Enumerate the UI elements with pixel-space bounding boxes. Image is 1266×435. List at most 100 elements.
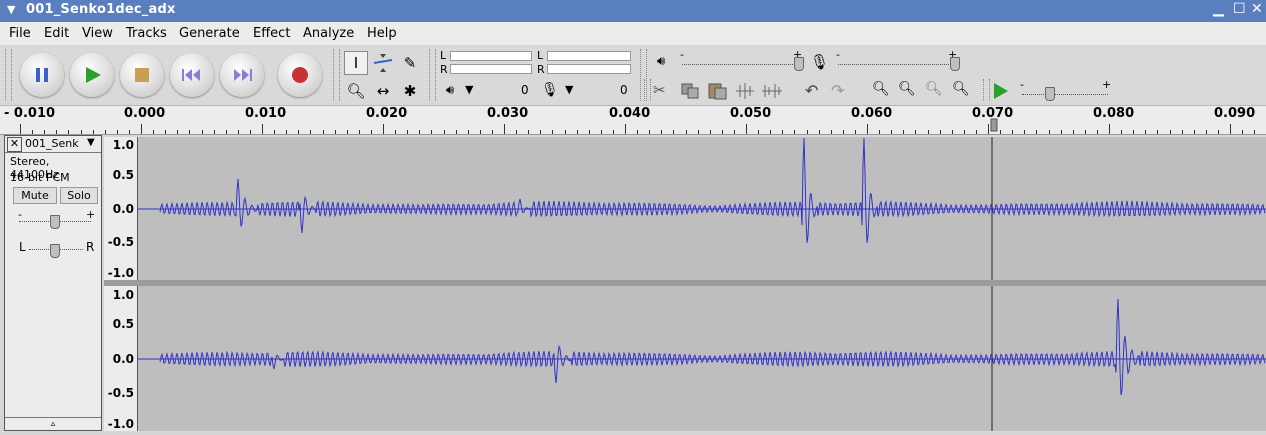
ruler-label: 0.080 (1093, 106, 1135, 121)
ruler-tick (552, 130, 554, 134)
ruler-tick (467, 130, 469, 134)
scale-label: 0.0 (112, 352, 134, 366)
play-at-speed-icon[interactable] (990, 81, 1010, 101)
play-speed-slider[interactable] (1022, 94, 1108, 96)
output-volume-thumb[interactable] (794, 57, 804, 71)
fit-selection-icon[interactable]: 🔍︎ (925, 81, 943, 97)
ruler-tick (32, 130, 34, 134)
record-icon (292, 67, 308, 83)
ruler-tick (237, 130, 239, 134)
ruler-tick (975, 130, 977, 134)
pause-button[interactable] (20, 53, 64, 97)
undo-icon[interactable]: ↶ (805, 81, 818, 100)
menu-analyze[interactable]: Analyze (303, 26, 354, 41)
cut-icon[interactable]: ✂ (653, 81, 666, 99)
menu-help[interactable]: Help (367, 26, 397, 41)
playback-meter-menu-icon[interactable]: ▼ (465, 83, 473, 96)
maximize-icon[interactable]: ☐ (1233, 1, 1246, 17)
toolbar-grip[interactable] (644, 79, 651, 101)
record-meter-left[interactable] (547, 51, 631, 61)
window-menu-icon[interactable]: ▼ (7, 3, 15, 16)
menu-effect[interactable]: Effect (253, 26, 290, 41)
redo-icon[interactable]: ↷ (831, 81, 844, 100)
playhead-marker-icon[interactable] (989, 118, 999, 132)
pan-right-label: R (86, 240, 95, 254)
ruler-tick (612, 130, 614, 134)
menu-file[interactable]: File (9, 26, 31, 41)
solo-button[interactable]: Solo (60, 187, 98, 204)
stop-button[interactable] (120, 53, 164, 97)
mute-button[interactable]: Mute (13, 187, 57, 204)
track-close-button[interactable]: ✕ (7, 137, 22, 152)
output-volume-slider[interactable] (682, 64, 797, 66)
ruler-tick (153, 130, 155, 134)
silence-icon[interactable] (760, 82, 784, 100)
record-meter-menu-icon[interactable]: ▼ (565, 83, 573, 96)
ruler-tick (1133, 130, 1135, 134)
record-button[interactable] (278, 53, 322, 97)
ruler-tick (1217, 130, 1219, 134)
waveform-right-channel[interactable] (138, 286, 1266, 431)
ruler-tick (1024, 130, 1026, 134)
play-button[interactable] (70, 53, 114, 97)
ruler-tick (842, 130, 844, 134)
draw-tool-icon[interactable]: ✎ (398, 51, 422, 75)
selection-tool-icon[interactable]: I (344, 51, 368, 75)
collapse-track-icon[interactable]: ▵ (5, 417, 101, 430)
toolbar-grip[interactable] (983, 79, 990, 101)
menu-view[interactable]: View (82, 26, 113, 41)
zoom-in-icon[interactable]: 🔍︎ (872, 81, 890, 97)
stop-icon (135, 68, 149, 82)
toolbar-grip[interactable] (429, 49, 436, 101)
ruler-tick (782, 130, 784, 134)
toolbar-grip[interactable] (5, 49, 12, 101)
track-name-menu[interactable]: 001_Senk (25, 137, 79, 150)
minimize-icon[interactable]: ▁ (1213, 1, 1224, 17)
gain-slider-thumb[interactable] (50, 215, 60, 229)
record-meter-right[interactable] (547, 64, 631, 74)
zoom-out-icon[interactable]: 🔍︎ (898, 81, 916, 97)
ruler-tick (431, 130, 433, 134)
timeline-ruler[interactable]: - 0.010 0.000 0.010 0.020 0.030 0.040 0.… (0, 106, 1266, 135)
pan-slider-thumb[interactable] (50, 244, 60, 258)
input-volume-slider[interactable] (838, 64, 953, 66)
envelope-tool-icon[interactable] (371, 51, 395, 75)
menu-tracks[interactable]: Tracks (126, 26, 167, 41)
waveform-left-channel[interactable] (138, 137, 1266, 280)
skip-to-start-button[interactable] (170, 53, 214, 97)
toolbar-grip[interactable] (333, 49, 340, 101)
ruler-tick (830, 130, 832, 134)
skip-to-end-button[interactable] (220, 53, 264, 97)
paste-icon[interactable] (707, 81, 729, 101)
input-volume-thumb[interactable] (950, 57, 960, 71)
time-shift-tool-icon[interactable]: ↔ (371, 79, 395, 103)
ruler-tick (818, 130, 820, 134)
multi-tool-icon[interactable]: ✱ (398, 79, 422, 103)
trim-icon[interactable] (734, 82, 756, 100)
fit-project-icon[interactable]: 🔍︎ (952, 81, 970, 97)
ruler-tick (588, 130, 590, 134)
ruler-tick (915, 130, 917, 134)
ruler-tick (1000, 130, 1002, 134)
ruler-tick (1096, 130, 1098, 134)
speed-min: - (1020, 78, 1024, 91)
menu-generate[interactable]: Generate (179, 26, 240, 41)
ruler-tick (274, 130, 276, 134)
menu-edit[interactable]: Edit (44, 26, 69, 41)
track-menu-dropdown-icon[interactable]: ▼ (87, 137, 95, 148)
play-speed-thumb[interactable] (1045, 87, 1055, 101)
copy-icon[interactable] (680, 82, 702, 100)
waveform-path (159, 298, 1266, 396)
track-control-panel[interactable]: ✕ 001_Senk ▼ Stereo, 44100Hz 16-bit PCM … (4, 135, 102, 431)
ruler-tick (165, 130, 167, 134)
scale-label: -1.0 (107, 417, 134, 431)
vertical-ruler-right-channel: 1.0 0.5 0.0 -0.5 -1.0 (104, 286, 138, 431)
zoom-tool-icon[interactable]: 🔍︎ (344, 79, 368, 103)
ruler-label: 0.020 (366, 106, 408, 121)
ruler-tick (1157, 130, 1159, 134)
playback-meter-left[interactable] (450, 51, 532, 61)
ruler-tick (1048, 130, 1050, 134)
close-icon[interactable]: ✕ (1251, 1, 1263, 17)
playback-meter-right[interactable] (450, 64, 532, 74)
skip-to-end-icon (234, 69, 252, 81)
